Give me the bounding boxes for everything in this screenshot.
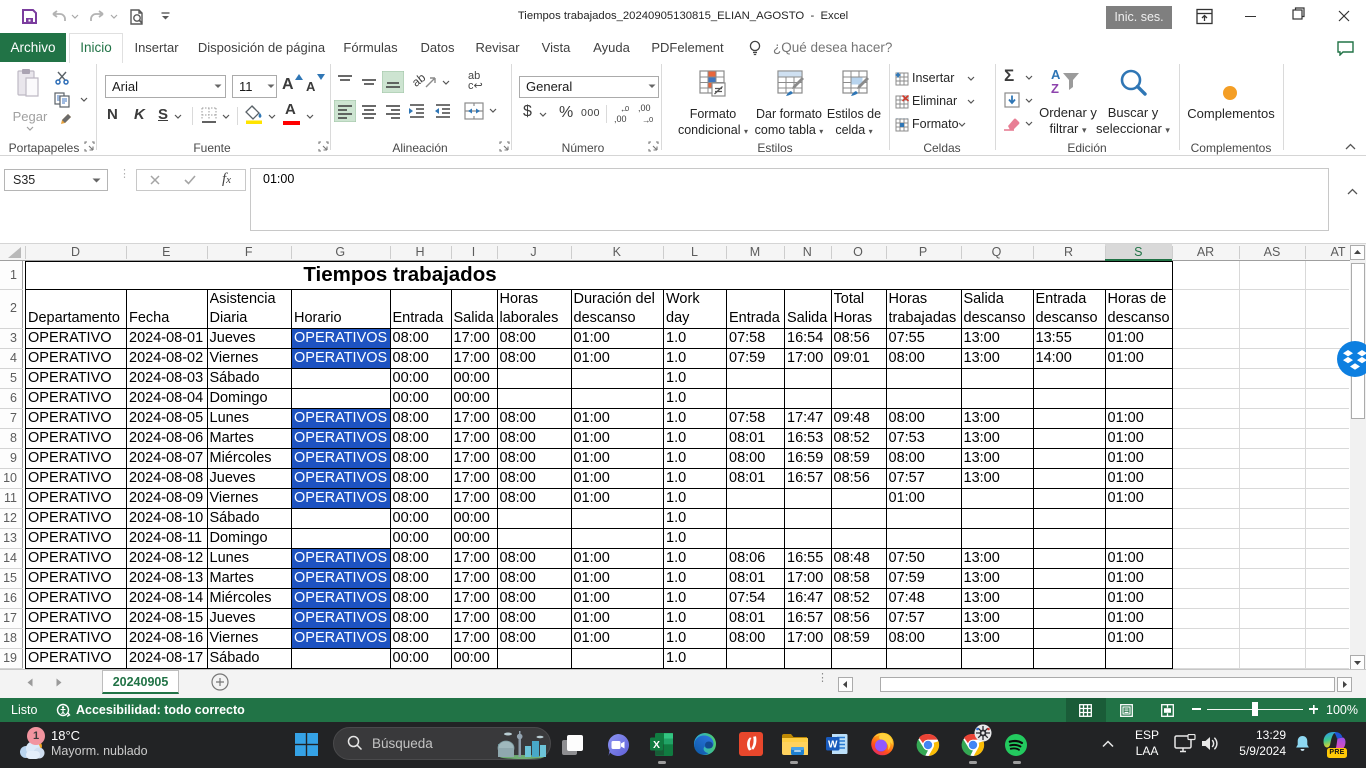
svg-text:W: W (828, 740, 838, 751)
svg-text:0: 0 (649, 115, 653, 124)
svg-text:,00: ,00 (614, 114, 627, 124)
svg-text:X: X (653, 739, 660, 751)
svg-text:,00: ,00 (638, 103, 651, 113)
svg-text:0: 0 (625, 104, 629, 113)
